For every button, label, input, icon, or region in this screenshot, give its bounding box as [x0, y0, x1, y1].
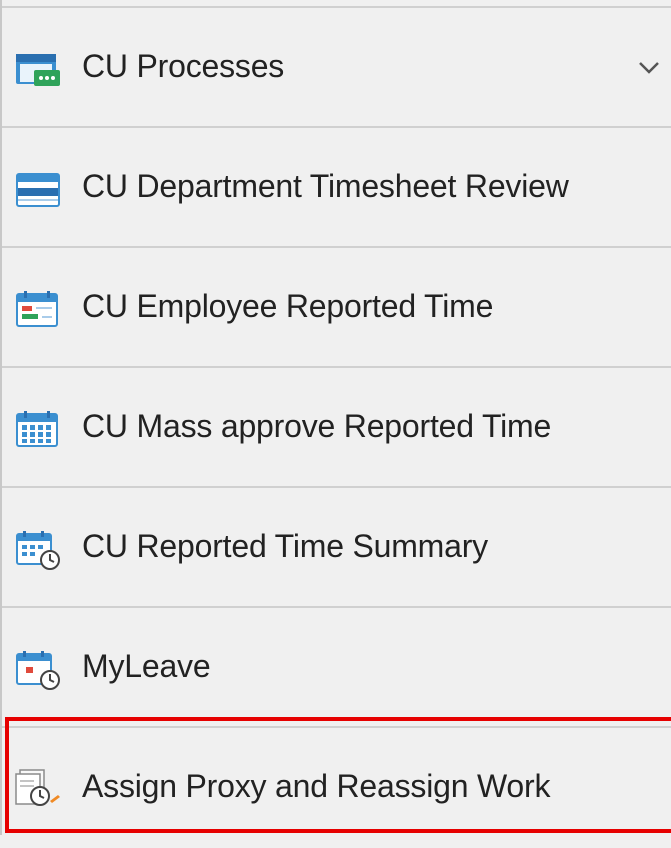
menu-item-assign-proxy[interactable]: Assign Proxy and Reassign Work — [2, 728, 671, 848]
calendar-grid-icon — [14, 410, 64, 450]
menu-item-employee-reported-time[interactable]: CU Employee Reported Time — [2, 248, 671, 368]
calendar-entry-icon — [14, 290, 64, 330]
leave-calendar-icon — [14, 650, 64, 690]
menu-item-label: CU Reported Time Summary — [82, 528, 488, 564]
menu-item-myleave[interactable]: MyLeave — [2, 608, 671, 728]
proxy-clock-icon — [14, 768, 64, 808]
calendar-clock-icon — [14, 530, 64, 570]
menu-item-reported-time-summary[interactable]: CU Reported Time Summary — [2, 488, 671, 608]
menu-item-label: CU Employee Reported Time — [82, 288, 494, 324]
menu-item-label: CU Mass approve Reported Time — [82, 408, 552, 444]
menu-item-label: CU Processes — [82, 48, 285, 84]
menu-item-department-timesheet-review[interactable]: CU Department Timesheet Review — [2, 128, 671, 248]
navigation-menu: CU Processes CU Department Timesheet Rev… — [0, 0, 671, 835]
menu-item-label: MyLeave — [82, 648, 211, 684]
menu-item-mass-approve-reported-time[interactable]: CU Mass approve Reported Time — [2, 368, 671, 488]
menu-item-cu-processes[interactable]: CU Processes — [2, 8, 671, 128]
folder-process-icon — [14, 50, 64, 90]
chevron-down-icon[interactable] — [634, 58, 664, 78]
menu-item-label: CU Department Timesheet Review — [82, 168, 569, 204]
menu-item-label: Assign Proxy and Reassign Work — [82, 768, 551, 804]
timesheet-icon — [14, 170, 64, 210]
